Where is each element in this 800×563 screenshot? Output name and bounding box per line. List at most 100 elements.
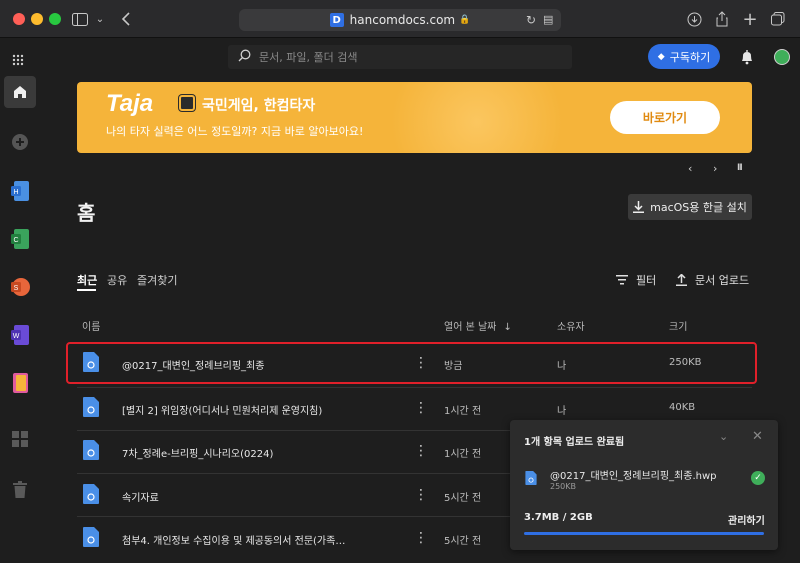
sidebar-item-trash[interactable] [4, 473, 36, 505]
page-title: 홈 [77, 201, 96, 225]
manage-storage-link[interactable]: 관리하기 [728, 512, 765, 527]
close-icon[interactable]: ✕ [752, 429, 763, 444]
file-name: 속기자료 [122, 493, 159, 504]
svg-text:C: C [13, 237, 18, 244]
share-icon[interactable] [714, 11, 730, 27]
more-options-icon[interactable]: ⋮ [414, 441, 428, 461]
cell-app-icon: C [11, 229, 29, 249]
download-icon [633, 201, 645, 213]
storage-progress-bar [524, 532, 764, 535]
file-name: [별지 2] 위임장(어디서나 민원처리제 운영지침) [122, 406, 323, 417]
column-header-opened[interactable]: 열어 본 날짜 ↓ [444, 318, 512, 333]
check-circle-icon: ✓ [751, 471, 765, 485]
banner-decoration [377, 82, 577, 153]
owner: 나 [557, 406, 567, 417]
tab-active-indicator [77, 289, 96, 291]
banner-prev-button[interactable]: ‹ [688, 162, 692, 175]
opened-date: 1시간 전 [444, 406, 482, 417]
filter-icon [616, 275, 628, 285]
chevron-down-icon[interactable]: ⌄ [92, 11, 108, 27]
reload-icon[interactable]: ↻ [526, 13, 536, 27]
tab-recent[interactable]: 최근 [77, 272, 97, 288]
sidebar-item-pdf[interactable] [4, 367, 36, 399]
selected-row-highlight [66, 342, 757, 384]
hwp-file-icon [83, 527, 99, 547]
banner-subtitle: 나의 타자 실력은 어느 정도일까? 지금 바로 알아보아요! [106, 125, 364, 138]
hangul-app-icon: H [11, 181, 29, 201]
table-divider [77, 387, 752, 388]
minimize-window-button[interactable] [31, 13, 43, 25]
more-options-icon[interactable]: ⋮ [414, 485, 428, 505]
template-grid-icon [12, 431, 28, 447]
column-header-opened-label: 열어 본 날짜 [444, 322, 497, 333]
new-tab-icon[interactable]: + [742, 9, 758, 30]
hwp-file-icon [83, 397, 99, 417]
app-header: 문서, 파일, 폴더 검색 ◆ 구독하기 [0, 38, 800, 76]
sidebar-item-new[interactable] [4, 126, 36, 158]
home-icon [14, 86, 26, 98]
zoom-window-button[interactable] [49, 13, 61, 25]
taja-logo: Taja [106, 90, 154, 117]
app-grid-icon[interactable] [12, 51, 24, 66]
banner-pause-button[interactable]: II [737, 163, 743, 173]
banner-title: 국민게임, 한컴타자 [202, 98, 316, 114]
svg-text:H: H [13, 189, 18, 196]
word-app-icon: W [11, 325, 29, 345]
sidebar-toggle-icon[interactable] [72, 11, 88, 27]
more-options-icon[interactable]: ⋮ [414, 398, 428, 418]
upload-document-button[interactable]: 문서 업로드 [676, 272, 749, 288]
sidebar-item-templates[interactable] [4, 423, 36, 455]
show-app-icon: S [11, 278, 30, 296]
diamond-icon: ◆ [657, 51, 665, 62]
sidebar: H C S W [0, 76, 37, 563]
more-options-icon[interactable]: ⋮ [414, 528, 428, 548]
filter-button[interactable]: 필터 [616, 272, 656, 288]
search-placeholder: 문서, 파일, 폴더 검색 [259, 51, 358, 64]
pdf-app-icon [13, 373, 28, 393]
subscribe-button[interactable]: ◆ 구독하기 [648, 44, 720, 69]
upload-icon [676, 274, 687, 286]
sidebar-item-show[interactable]: S [4, 271, 36, 303]
banner-goto-button[interactable]: 바로가기 [610, 101, 720, 134]
upload-title: 1개 항목 업로드 완료됨 [524, 437, 625, 448]
upload-complete-panel: 1개 항목 업로드 완료됨 ⌄ ✕ @0217_대변인_정례브리핑_최종.hwp… [510, 420, 778, 550]
taja-badge-icon [179, 95, 195, 111]
uploaded-file-name: @0217_대변인_정례브리핑_최종.hwp [550, 471, 717, 482]
file-name: 7차_정례e-브리핑_시나리오(0224) [122, 449, 274, 460]
tab-favorites[interactable]: 즐겨찾기 [137, 272, 177, 288]
hwp-file-icon [525, 471, 537, 485]
banner-next-button[interactable]: › [713, 162, 717, 175]
trash-icon [13, 480, 27, 498]
site-favicon-icon: D [329, 13, 344, 27]
sidebar-item-cell[interactable]: C [4, 223, 36, 255]
macos-install-button[interactable]: macOS용 한글 설치 [628, 194, 752, 220]
sidebar-item-home[interactable] [4, 76, 36, 108]
sidebar-item-hangul[interactable]: H [4, 175, 36, 207]
file-size: 40KB [669, 402, 696, 413]
opened-date: 5시간 전 [444, 536, 482, 547]
address-bar[interactable]: D hancomdocs.com 🔒 ↻ ▤ [239, 9, 561, 31]
file-name: 첨부4. 개인정보 수집이용 및 제공동의서 전문(가족… [122, 536, 346, 547]
macos-install-label: macOS용 한글 설치 [650, 201, 747, 214]
opened-date: 5시간 전 [444, 493, 482, 504]
tab-overview-icon[interactable] [770, 11, 786, 27]
opened-date: 1시간 전 [444, 449, 482, 460]
back-icon[interactable] [118, 11, 134, 27]
column-header-owner[interactable]: 소유자 [557, 318, 585, 333]
svg-text:S: S [14, 285, 19, 292]
column-header-size[interactable]: 크기 [669, 318, 687, 333]
notification-bell-icon[interactable] [740, 49, 754, 69]
search-input[interactable]: 문서, 파일, 폴더 검색 [228, 45, 572, 69]
tab-shared[interactable]: 공유 [107, 272, 127, 288]
lock-icon: 🔒 [459, 15, 471, 25]
sidebar-item-word[interactable]: W [4, 319, 36, 351]
avatar[interactable] [774, 49, 790, 65]
uploaded-file-size: 250KB [550, 482, 577, 491]
translate-icon[interactable]: ▤ [543, 13, 553, 26]
hwp-file-icon [83, 484, 99, 504]
column-header-name[interactable]: 이름 [82, 318, 100, 333]
collapse-icon[interactable]: ⌄ [719, 430, 728, 443]
add-circle-icon [12, 134, 28, 150]
close-window-button[interactable] [13, 13, 25, 25]
download-icon[interactable] [686, 11, 702, 27]
